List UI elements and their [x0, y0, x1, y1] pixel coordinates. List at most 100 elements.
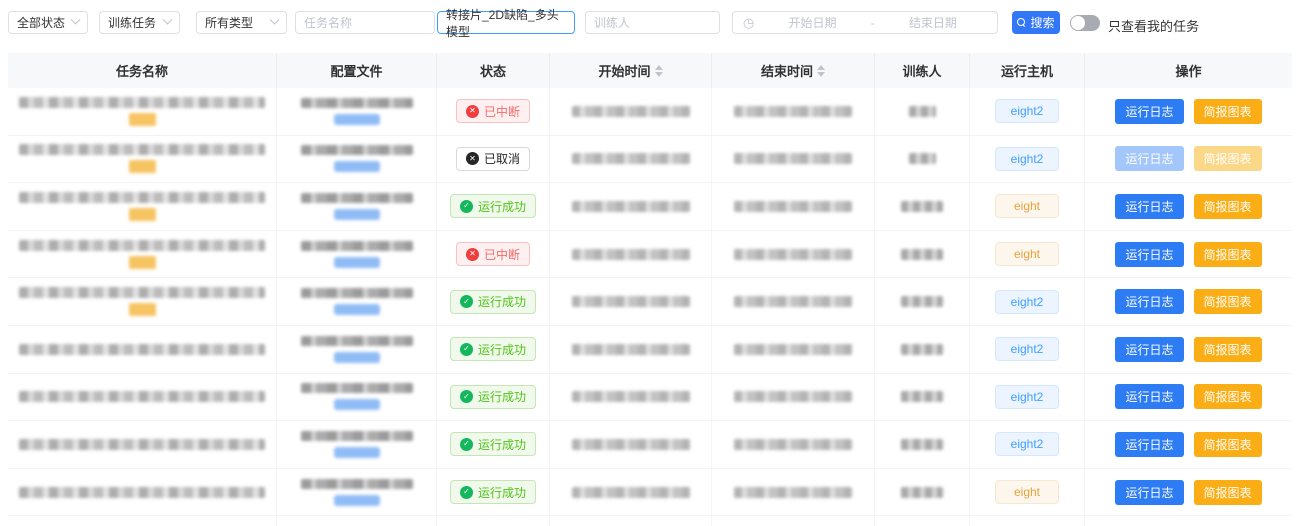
end-time-cell [712, 421, 875, 468]
run-log-button[interactable]: 运行日志 [1115, 194, 1183, 219]
config-link[interactable] [334, 399, 380, 410]
redacted-task-badge [129, 160, 156, 173]
header-task-name: 任务名称 [8, 53, 277, 88]
report-chart-button[interactable]: 简报图表 [1194, 432, 1262, 457]
run-log-button[interactable]: 运行日志 [1115, 337, 1183, 362]
task-table: 任务名称 配置文件 状态 开始时间 结束时间 训练人 运行主机 操作 ✕ 已中断 [8, 53, 1292, 526]
config-link[interactable] [334, 257, 380, 268]
status-label: 已中断 [484, 246, 520, 263]
redacted-config-name [301, 479, 413, 489]
report-chart-button[interactable]: 简报图表 [1194, 99, 1262, 124]
redacted-task-name [19, 144, 265, 155]
status-select[interactable]: 全部状态 [8, 11, 88, 34]
sort-icon[interactable] [655, 65, 663, 77]
redacted-task-name [19, 192, 265, 203]
config-link[interactable] [334, 304, 380, 315]
redacted-config-name [301, 193, 413, 203]
status-badge: ✕ 已中断 [456, 99, 530, 123]
end-date-placeholder[interactable]: 结束日期 [879, 14, 987, 31]
report-chart-button[interactable]: 简报图表 [1194, 194, 1262, 219]
config-link[interactable] [334, 495, 380, 506]
host-tag: eight2 [995, 432, 1059, 456]
date-range-picker[interactable]: ◷ 开始日期 - 结束日期 [732, 11, 998, 34]
status-cell: ✓ 运行成功 [437, 183, 550, 230]
end-time-cell [712, 231, 875, 278]
run-log-button[interactable]: 运行日志 [1115, 384, 1183, 409]
redacted-trainer [901, 439, 943, 450]
actions-cell: 运行日志 简报图表 [1085, 231, 1292, 278]
run-log-button[interactable]: 运行日志 [1115, 432, 1183, 457]
report-chart-button[interactable]: 简报图表 [1194, 242, 1262, 267]
redacted-config-name [301, 241, 413, 251]
task-name-input[interactable]: 任务名称 [295, 11, 435, 34]
status-badge: ✕ 已中断 [456, 242, 530, 266]
redacted-end-time [734, 296, 852, 307]
task-name-cell [8, 421, 277, 468]
config-link[interactable] [334, 161, 380, 172]
report-chart-button[interactable]: 简报图表 [1194, 146, 1262, 171]
run-log-button[interactable]: 运行日志 [1115, 99, 1183, 124]
report-chart-button[interactable]: 简报图表 [1194, 384, 1262, 409]
run-log-button[interactable]: 运行日志 [1115, 242, 1183, 267]
redacted-trainer [901, 391, 943, 402]
table-row: ✓ 运行成功 eight 运行日志 简报图表 [8, 183, 1292, 231]
header-trainer: 训练人 [875, 53, 970, 88]
keyword-input[interactable]: 转接片_2D缺陷_多头模型 [437, 11, 575, 34]
redacted-trainer [901, 296, 943, 307]
status-icon: ✓ [460, 390, 473, 403]
start-time-cell [550, 326, 712, 373]
header-end-time[interactable]: 结束时间 [712, 53, 875, 88]
config-link[interactable] [334, 209, 380, 220]
chevron-down-icon [163, 15, 173, 25]
trainer-cell [875, 326, 970, 373]
config-link[interactable] [334, 114, 380, 125]
actions-cell: 运行日志 简报图表 [1085, 183, 1292, 230]
host-tag: eight2 [995, 99, 1059, 123]
start-time-cell [550, 421, 712, 468]
config-link[interactable] [334, 447, 380, 458]
status-cell: ✕ 已取消 [437, 136, 550, 183]
trainer-input[interactable]: 训练人 [585, 11, 720, 34]
config-file-cell [277, 278, 437, 325]
type-select-value: 所有类型 [205, 14, 253, 31]
trainer-cell [875, 278, 970, 325]
status-cell: ✓ 运行成功 [437, 469, 550, 516]
start-time-cell [550, 374, 712, 421]
start-date-placeholder[interactable]: 开始日期 [758, 14, 866, 31]
trainer-cell [875, 469, 970, 516]
table-row: ✓ 运行成功 eight2 运行日志 简报图表 [8, 421, 1292, 469]
task-name-cell [8, 231, 277, 278]
host-cell: eight2 [970, 88, 1085, 135]
report-chart-button[interactable]: 简报图表 [1194, 289, 1262, 314]
header-start-time[interactable]: 开始时间 [550, 53, 712, 88]
date-range-separator: - [867, 16, 879, 30]
config-link[interactable] [334, 352, 380, 363]
task-name-cell [8, 183, 277, 230]
search-button[interactable]: 搜索 [1012, 11, 1060, 34]
config-file-cell [277, 374, 437, 421]
run-log-button[interactable]: 运行日志 [1115, 289, 1183, 314]
status-cell: ✕ 已中断 [437, 231, 550, 278]
report-chart-button[interactable]: 简报图表 [1194, 480, 1262, 505]
status-badge: ✓ 运行成功 [450, 337, 536, 361]
redacted-end-time [734, 391, 852, 402]
table-body: ✕ 已中断 eight2 运行日志 简报图表 [8, 88, 1292, 516]
report-chart-button[interactable]: 简报图表 [1194, 337, 1262, 362]
trainer-cell [875, 374, 970, 421]
run-log-button[interactable]: 运行日志 [1115, 146, 1183, 171]
run-log-button[interactable]: 运行日志 [1115, 480, 1183, 505]
my-tasks-toggle-label: 只查看我的任务 [1108, 16, 1199, 35]
host-cell: eight2 [970, 136, 1085, 183]
my-tasks-toggle[interactable] [1070, 15, 1100, 31]
host-tag: eight2 [995, 337, 1059, 361]
sort-icon[interactable] [817, 65, 825, 77]
redacted-trainer [909, 106, 936, 117]
host-tag: eight2 [995, 147, 1059, 171]
end-time-cell [712, 326, 875, 373]
redacted-trainer [909, 153, 936, 164]
end-time-cell [712, 183, 875, 230]
chevron-down-icon [71, 15, 81, 25]
task-select[interactable]: 训练任务 [99, 11, 180, 34]
type-select[interactable]: 所有类型 [196, 11, 287, 34]
status-cell: ✕ 已中断 [437, 88, 550, 135]
